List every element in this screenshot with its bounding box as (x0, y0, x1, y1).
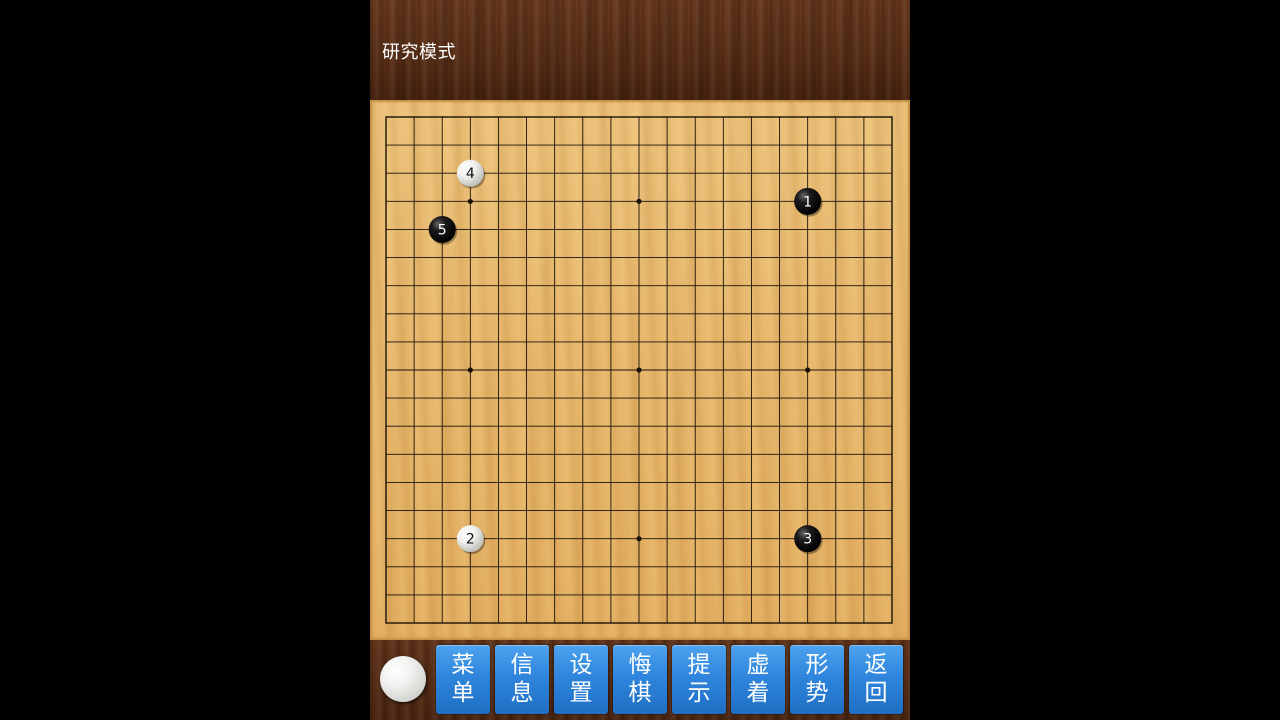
menu-button[interactable]: 菜 单 (436, 645, 490, 714)
situation-button[interactable]: 形 势 (790, 645, 844, 714)
info-button-label-2: 息 (510, 680, 534, 706)
settings-button[interactable]: 设 置 (554, 645, 608, 714)
toolbar: 菜 单 信 息 设 置 悔 棋 提 示 虚 着 形 势 返 回 (370, 640, 910, 720)
hint-button[interactable]: 提 示 (672, 645, 726, 714)
undo-button-label-2: 棋 (628, 680, 652, 706)
hint-button-label-1: 提 (687, 652, 711, 678)
header-bar: 研究模式 (370, 0, 910, 100)
move-number: 4 (466, 166, 475, 182)
white-stone: 4 (456, 159, 486, 189)
move-number: 3 (803, 532, 812, 548)
menu-button-label-1: 菜 (451, 652, 475, 678)
go-app: 研究模式 1 2 3 4 5 菜 单 信 息 设 置 悔 棋 提 示 虚 着 形 势 返… (370, 0, 910, 720)
settings-button-label-1: 设 (569, 652, 593, 678)
star-point (467, 367, 473, 373)
go-board[interactable]: 1 2 3 4 5 (370, 100, 910, 640)
move-number: 5 (438, 222, 447, 238)
back-button[interactable]: 返 回 (849, 645, 903, 714)
pass-button-label-1: 虚 (746, 652, 770, 678)
situation-button-label-1: 形 (805, 652, 829, 678)
turn-indicator-stone (380, 656, 426, 702)
info-button-label-1: 信 (510, 652, 534, 678)
pass-button[interactable]: 虚 着 (731, 645, 785, 714)
star-point (636, 367, 642, 373)
star-point (805, 367, 811, 373)
page-title: 研究模式 (382, 42, 456, 63)
white-stone: 2 (456, 525, 486, 554)
black-stone: 1 (794, 187, 823, 217)
star-point (467, 198, 473, 204)
move-number: 1 (803, 194, 812, 210)
settings-button-label-2: 置 (569, 680, 593, 706)
black-stone: 5 (428, 215, 458, 245)
pass-button-label-2: 着 (746, 680, 770, 706)
back-button-label-1: 返 (864, 652, 888, 678)
star-point (636, 198, 642, 204)
undo-button-label-1: 悔 (628, 652, 652, 678)
situation-button-label-2: 势 (805, 680, 829, 706)
move-number: 2 (466, 532, 475, 548)
menu-button-label-2: 单 (451, 680, 475, 706)
board-grid[interactable]: 1 2 3 4 5 (370, 100, 910, 640)
undo-button[interactable]: 悔 棋 (613, 645, 667, 714)
black-stone: 3 (794, 525, 823, 554)
hint-button-label-2: 示 (687, 680, 711, 706)
info-button[interactable]: 信 息 (495, 645, 549, 714)
star-point (636, 536, 642, 542)
back-button-label-2: 回 (864, 680, 888, 706)
